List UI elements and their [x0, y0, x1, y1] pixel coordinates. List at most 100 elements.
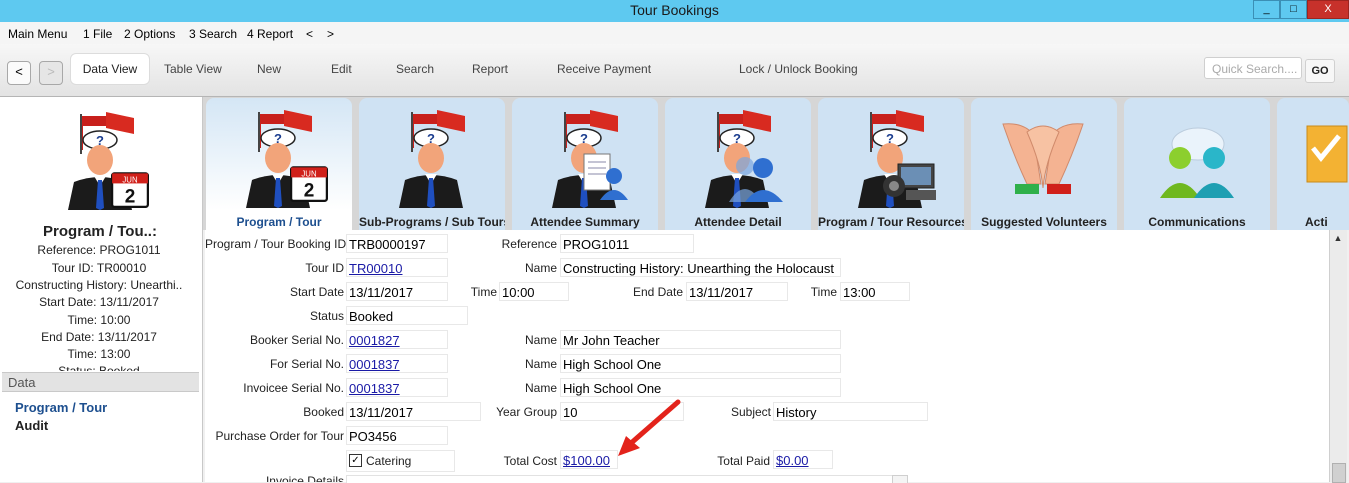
close-button[interactable]: X — [1307, 0, 1349, 19]
booked-field[interactable]: 13/11/2017 — [346, 402, 481, 421]
end-time-field[interactable]: 13:00 — [840, 282, 910, 301]
total-paid-link[interactable]: $0.00 — [773, 450, 833, 469]
edit-button[interactable]: Edit — [331, 62, 352, 76]
tour-name-field[interactable]: Constructing History: Unearthing the Hol… — [560, 258, 841, 277]
booker-name-field[interactable]: Mr John Teacher — [560, 330, 841, 349]
tour-id-link[interactable]: TR00010 — [346, 258, 448, 277]
record-tour-id: Tour ID: TR00010 — [51, 261, 147, 275]
start-time-field[interactable]: 10:00 — [499, 282, 569, 301]
tab-attendee-detail[interactable]: Attendee Detail — [665, 98, 811, 230]
invoicee-serial-link[interactable]: 0001837 — [346, 378, 448, 397]
tab-label: Communications — [1148, 215, 1246, 229]
annotation-arrow-icon — [618, 399, 681, 456]
tab-label: Program / Tour — [236, 215, 322, 229]
booking-id-field[interactable]: TRB0000197 — [346, 234, 448, 253]
projector-icon — [883, 163, 936, 200]
record-start-time: Time: 10:00 — [67, 313, 131, 327]
record-tour-name: Constructing History: Unearthi.. — [15, 278, 183, 292]
nav-program-tour[interactable]: Program / Tour — [15, 400, 107, 415]
actions-icon — [1306, 125, 1348, 183]
tab-label: Suggested Volunteers — [981, 215, 1107, 229]
tab-communications[interactable]: Communications — [1124, 98, 1270, 230]
start-date-label: Start Date — [289, 285, 344, 299]
reference-label: Reference — [501, 237, 557, 251]
menu-scroll-right[interactable]: > — [327, 27, 334, 41]
window-title: Tour Bookings — [630, 2, 719, 18]
search-button[interactable]: Search — [396, 62, 434, 76]
menu-bar: Main Menu 1 File 2 Options 3 Search 4 Re… — [0, 22, 1349, 45]
for-name-field[interactable]: High School One — [560, 354, 841, 373]
nav-audit[interactable]: Audit — [15, 418, 48, 433]
end-date-field[interactable]: 13/11/2017 — [686, 282, 788, 301]
back-button[interactable]: < — [7, 61, 31, 85]
calendar-icon — [111, 170, 149, 208]
for-name-label: Name — [524, 357, 557, 371]
title-bar: Tour Bookings _ □ X — [0, 0, 1349, 22]
communications-icon — [1160, 127, 1234, 198]
tab-attendee-summary[interactable]: Attendee Summary — [512, 98, 658, 230]
invoice-details-label-clip: Invoice Details — [205, 474, 344, 482]
scroll-up-icon[interactable]: ▲ — [1332, 232, 1344, 244]
menu-report[interactable]: 4 Report — [247, 27, 293, 41]
table-view-button[interactable]: Table View — [164, 62, 222, 76]
tab-suggested-volunteers[interactable]: Suggested Volunteers — [971, 98, 1117, 230]
invoicee-name-field[interactable]: High School One — [560, 378, 841, 397]
new-button[interactable]: New — [257, 62, 281, 76]
tab-program-tour[interactable]: Program / Tour — [206, 98, 352, 230]
menu-file[interactable]: 1 File — [83, 27, 112, 41]
toolbar: < > Data View Table View New Edit Search… — [0, 44, 1349, 97]
menu-scroll-left[interactable]: < — [306, 27, 313, 41]
reference-field[interactable]: PROG1011 — [560, 234, 694, 253]
maximize-button[interactable]: □ — [1280, 0, 1307, 19]
total-cost-label: Total Cost — [503, 454, 557, 468]
go-button[interactable]: GO — [1305, 59, 1335, 83]
menu-search[interactable]: 3 Search — [189, 27, 237, 41]
menu-main[interactable]: Main Menu — [8, 27, 67, 41]
purchase-order-label: Purchase Order for Tour — [215, 429, 344, 443]
scroll-thumb[interactable] — [1332, 463, 1346, 483]
menu-options[interactable]: 2 Options — [124, 27, 175, 41]
tab-label: Sub-Programs / Sub Tours — [359, 215, 505, 229]
booker-serial-link[interactable]: 0001827 — [346, 330, 448, 349]
sub-programs-icon — [381, 108, 481, 208]
subject-field[interactable]: History — [773, 402, 928, 421]
tab-strip: Program / Tour Sub-Programs / Sub Tours … — [203, 97, 1349, 230]
purchase-order-field[interactable]: PO3456 — [346, 426, 448, 445]
record-heading: Program / Tou..: — [43, 223, 157, 240]
data-section-header: Data — [2, 372, 199, 392]
record-start-date: Start Date: 13/11/2017 — [39, 295, 159, 309]
tab-label: Attendee Detail — [694, 215, 782, 229]
vertical-scrollbar[interactable]: ▲ — [1329, 230, 1347, 483]
lock-unlock-booking-button[interactable]: Lock / Unlock Booking — [739, 62, 858, 76]
end-time-label: Time — [810, 285, 837, 299]
receive-payment-button[interactable]: Receive Payment — [557, 62, 651, 76]
tab-sub-programs[interactable]: Sub-Programs / Sub Tours — [359, 98, 505, 230]
minimize-button[interactable]: _ — [1253, 0, 1280, 19]
booker-serial-label: Booker Serial No. — [249, 333, 344, 347]
data-view-button[interactable]: Data View — [70, 53, 150, 85]
forward-button[interactable]: > — [39, 61, 63, 85]
record-status: Status: Booked — [58, 364, 140, 371]
tab-actions[interactable]: Acti — [1277, 98, 1349, 230]
volunteer-hands-icon — [1002, 123, 1084, 194]
attendee-notepad-icon — [583, 153, 628, 200]
subject-label: Subject — [730, 405, 771, 419]
tour-name-label: Name — [524, 261, 557, 275]
start-time-label: Time — [470, 285, 497, 299]
booking-id-label: Program / Tour Booking ID — [205, 237, 347, 251]
year-group-label: Year Group — [496, 405, 557, 419]
status-field[interactable]: Booked — [346, 306, 468, 325]
tour-id-label: Tour ID — [305, 261, 344, 275]
record-end-time: Time: 13:00 — [67, 347, 131, 361]
end-date-label: End Date — [632, 285, 683, 299]
tab-label: Acti — [1305, 215, 1328, 229]
tab-program-tour-resources[interactable]: Program / Tour Resources — [818, 98, 964, 230]
calendar-icon — [290, 164, 328, 202]
start-date-field[interactable]: 13/11/2017 — [346, 282, 448, 301]
catering-checkbox[interactable]: ✓ — [349, 454, 362, 467]
report-button[interactable]: Report — [472, 62, 508, 76]
booked-label: Booked — [303, 405, 344, 419]
quick-search-input[interactable]: Quick Search.... — [1204, 57, 1302, 79]
record-end-date: End Date: 13/11/2017 — [41, 330, 157, 344]
for-serial-link[interactable]: 0001837 — [346, 354, 448, 373]
